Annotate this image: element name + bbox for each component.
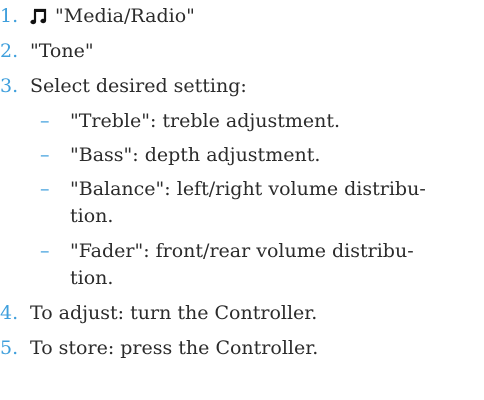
setting-text: "Bass": depth adjustment. [70, 144, 321, 166]
instruction-document: 1. "Media/Radio" 2. "Tone" 3. Select des… [0, 0, 484, 400]
dash-bullet: – [40, 144, 50, 166]
step-number: 2. [0, 40, 19, 62]
step-number: 1. [0, 5, 19, 27]
dash-bullet: – [40, 240, 50, 262]
step-number: 5. [0, 337, 19, 359]
setting-text-line-1: "Fader": front/rear volume distribu- [70, 240, 414, 262]
setting-text-line-2: tion. [70, 267, 114, 289]
dash-bullet: – [40, 178, 50, 200]
step-text: To adjust: turn the Controller. [30, 302, 318, 324]
setting-text-line-1: "Balance": left/right volume distribu- [70, 178, 426, 200]
dash-bullet: – [40, 110, 50, 132]
step-number: 3. [0, 75, 19, 97]
step-text: To store: press the Controller. [30, 337, 319, 359]
setting-text: "Treble": treble adjustment. [70, 110, 341, 132]
step-text: "Media/Radio" [55, 5, 195, 27]
step-text: "Tone" [30, 40, 94, 62]
step-number: 4. [0, 302, 19, 324]
music-note-icon [30, 8, 47, 25]
step-text: Select desired setting: [30, 75, 247, 97]
setting-text-line-2: tion. [70, 205, 114, 227]
